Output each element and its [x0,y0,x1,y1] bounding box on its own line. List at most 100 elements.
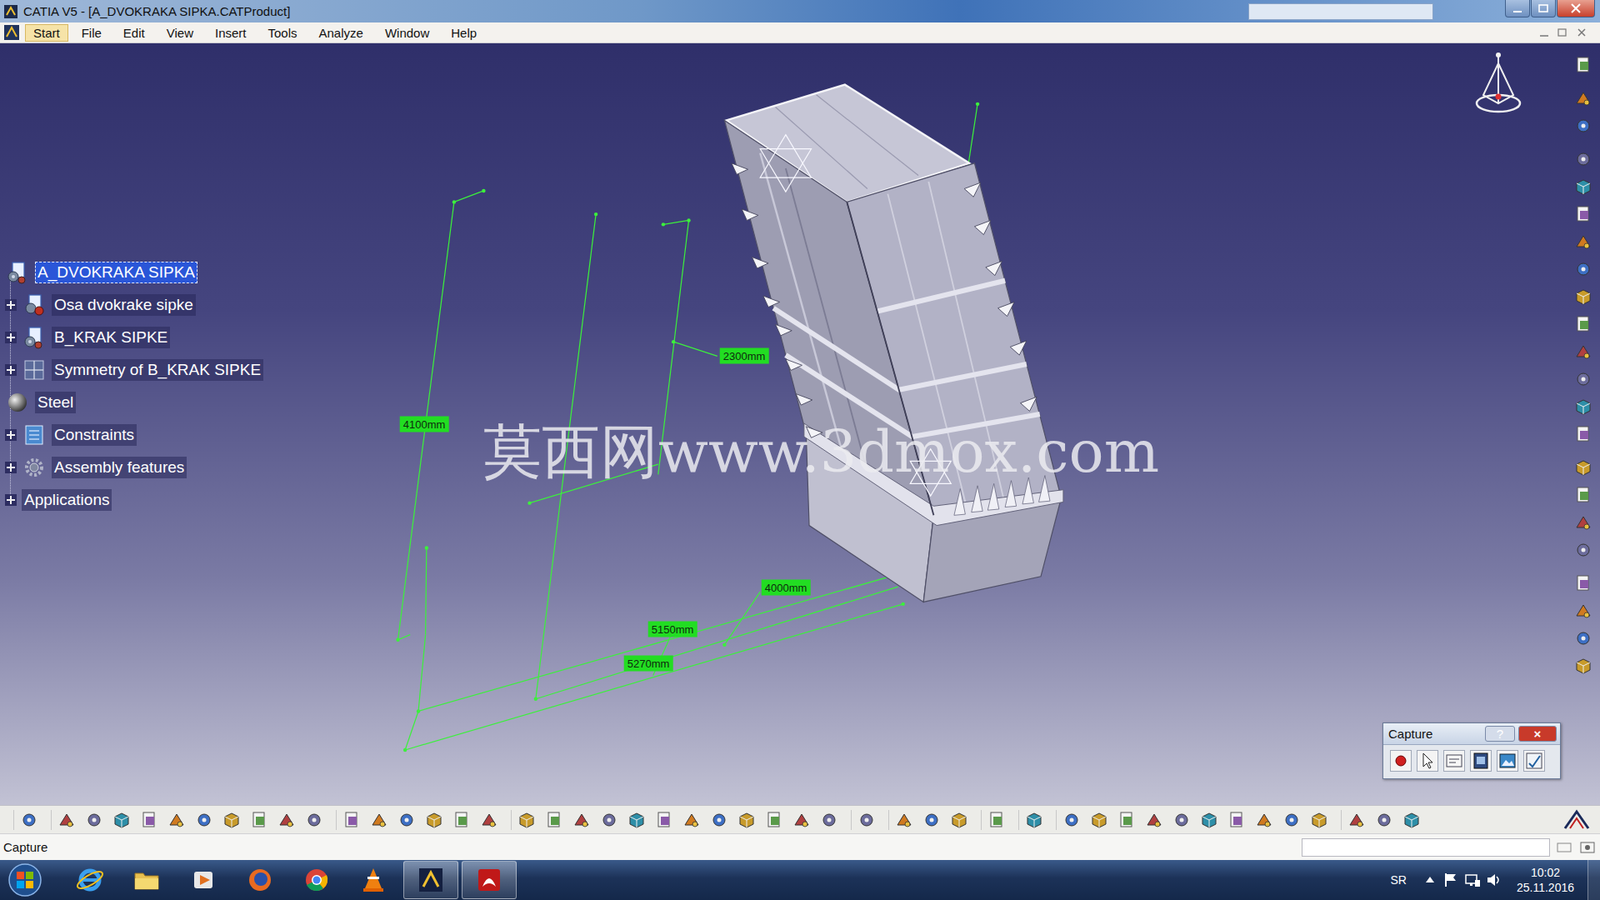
clock[interactable]: 10:02 25.11.2016 [1506,865,1585,895]
network-icon[interactable] [1463,870,1482,890]
tool-icon[interactable] [1573,55,1594,75]
tool-icon[interactable] [819,810,840,830]
tool-icon[interactable] [921,810,942,830]
hopper-model[interactable] [724,85,1064,603]
tool-icon[interactable] [396,810,417,830]
taskbar-button[interactable] [461,860,517,900]
expand-plus-icon[interactable] [5,494,17,506]
tool-icon[interactable] [1573,176,1594,197]
tool-icon[interactable] [571,810,592,830]
tool-icon[interactable] [949,810,970,830]
close-icon[interactable] [1556,0,1595,18]
tool-icon[interactable] [736,810,757,830]
tool-icon[interactable] [1089,810,1110,830]
start-orb-icon[interactable] [6,861,44,899]
album-icon[interactable] [1496,750,1519,772]
tool-icon[interactable] [111,810,132,830]
tool-icon[interactable] [1171,810,1192,830]
tool-icon[interactable] [1573,573,1594,594]
tree-label[interactable]: Steel [35,391,76,414]
tool-icon[interactable] [1573,396,1594,417]
3d-viewport[interactable]: A_DVOKRAKA SIPKA Osa dvokrake sipke B_KR… [0,43,1600,805]
tool-icon[interactable] [894,810,915,830]
tree-label[interactable]: Assembly features [51,456,187,479]
tool-icon[interactable] [1573,115,1594,136]
tool-icon[interactable] [1573,88,1594,109]
action-center-flag-icon[interactable] [1441,870,1460,890]
tool-icon[interactable] [56,810,77,830]
tool-icon[interactable] [791,810,812,830]
minimize-icon[interactable] [1505,0,1530,18]
tool-icon[interactable] [1281,810,1302,830]
tool-icon[interactable] [1573,655,1594,676]
tool-icon[interactable] [1346,810,1367,830]
catia-app-icon[interactable] [3,4,19,20]
tree-label[interactable]: A_DVOKRAKA SIPKA [35,261,198,284]
tool-icon[interactable] [1573,628,1594,649]
tool-icon[interactable] [1573,600,1594,621]
select-arrow-icon[interactable] [1416,750,1439,772]
volume-icon[interactable] [1485,870,1504,890]
command-field[interactable] [1301,838,1550,857]
menu-item[interactable]: Window [376,24,438,42]
menu-item[interactable]: Start [25,24,69,42]
taskbar-button[interactable] [176,861,230,899]
tree-item[interactable]: Applications [0,483,264,516]
tool-icon[interactable] [139,810,160,830]
menu-item[interactable]: Tools [259,24,305,42]
expand-plus-icon[interactable] [5,429,17,441]
tool-icon[interactable] [369,810,390,830]
tool-icon[interactable] [1254,810,1275,830]
tree-item[interactable]: Symmetry of B_KRAK SIPKE [0,353,264,386]
tool-icon[interactable] [84,810,105,830]
tool-icon[interactable] [764,810,785,830]
tool-icon[interactable] [709,810,730,830]
tool-icon[interactable] [1573,540,1594,560]
tree-label[interactable]: Osa dvokrake sipke [51,294,196,316]
tool-icon[interactable] [166,810,187,830]
tool-icon[interactable] [1401,810,1422,830]
tool-icon[interactable] [1573,204,1594,225]
tree-label[interactable]: B_KRAK SIPKE [51,326,170,349]
tool-icon[interactable] [276,810,297,830]
capture-mode-icon[interactable] [1470,750,1492,772]
tree-item[interactable]: A_DVOKRAKA SIPKA [0,255,264,289]
show-hidden-icons-icon[interactable] [1421,871,1439,889]
geometry-canvas[interactable]: A_DVOKRAKA SIPKA Osa dvokrake sipke B_KR… [0,43,1567,805]
capture-title-bar[interactable]: Capture ? × [1383,723,1560,745]
tree-label[interactable]: Constraints [51,424,137,446]
menu-item[interactable]: Edit [115,24,154,42]
taskbar-button[interactable] [120,861,174,899]
tool-icon[interactable] [451,810,472,830]
tree-item[interactable]: Constraints [0,418,264,451]
dimension-label[interactable]: 4000mm [761,580,811,596]
tool-icon[interactable] [599,810,620,830]
tool-icon[interactable] [856,810,877,830]
tool-icon[interactable] [424,810,445,830]
tool-icon[interactable] [516,810,537,830]
dimension-label[interactable]: 5150mm [648,621,698,638]
compass-icon[interactable] [1471,51,1525,122]
tool-icon[interactable] [544,810,565,830]
tool-icon[interactable] [1144,810,1165,830]
tool-icon[interactable] [1573,457,1594,478]
tool-icon[interactable] [1573,231,1594,252]
menu-item[interactable]: Analyze [310,24,372,42]
tool-icon[interactable] [1573,424,1594,445]
tool-icon[interactable] [1573,512,1594,533]
tree-label[interactable]: Symmetry of B_KRAK SIPKE [51,359,264,381]
tool-icon[interactable] [1573,485,1594,505]
tree-item[interactable]: Assembly features [0,450,264,484]
options-icon[interactable] [1443,750,1465,772]
taskbar-button[interactable] [346,861,400,899]
tool-icon[interactable] [341,810,362,830]
doc-window-controls-icon[interactable] [1536,25,1592,40]
tool-icon[interactable] [1024,810,1045,830]
tool-icon[interactable] [626,810,647,830]
tool-icon[interactable] [1573,149,1594,170]
tool-icon[interactable] [1573,259,1594,280]
dimension-label[interactable]: 5270mm [624,655,674,672]
tool-icon[interactable] [1309,810,1330,830]
close-button[interactable]: × [1518,725,1557,742]
record-icon[interactable] [1390,750,1412,772]
